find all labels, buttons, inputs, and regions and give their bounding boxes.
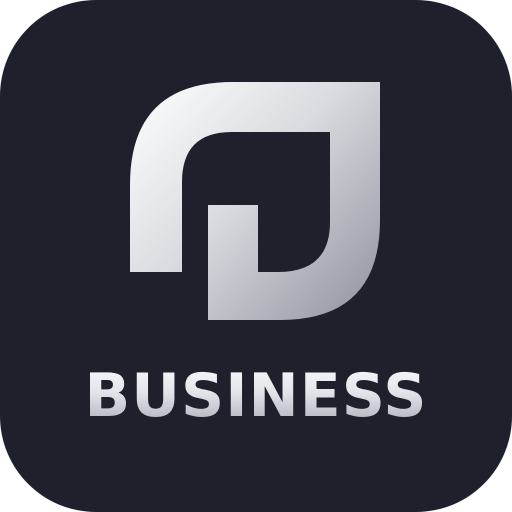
app-icon[interactable]: BUSINESS [0, 0, 512, 512]
logo-right-stroke [208, 132, 380, 320]
brand-name: BUSINESS [0, 356, 512, 436]
